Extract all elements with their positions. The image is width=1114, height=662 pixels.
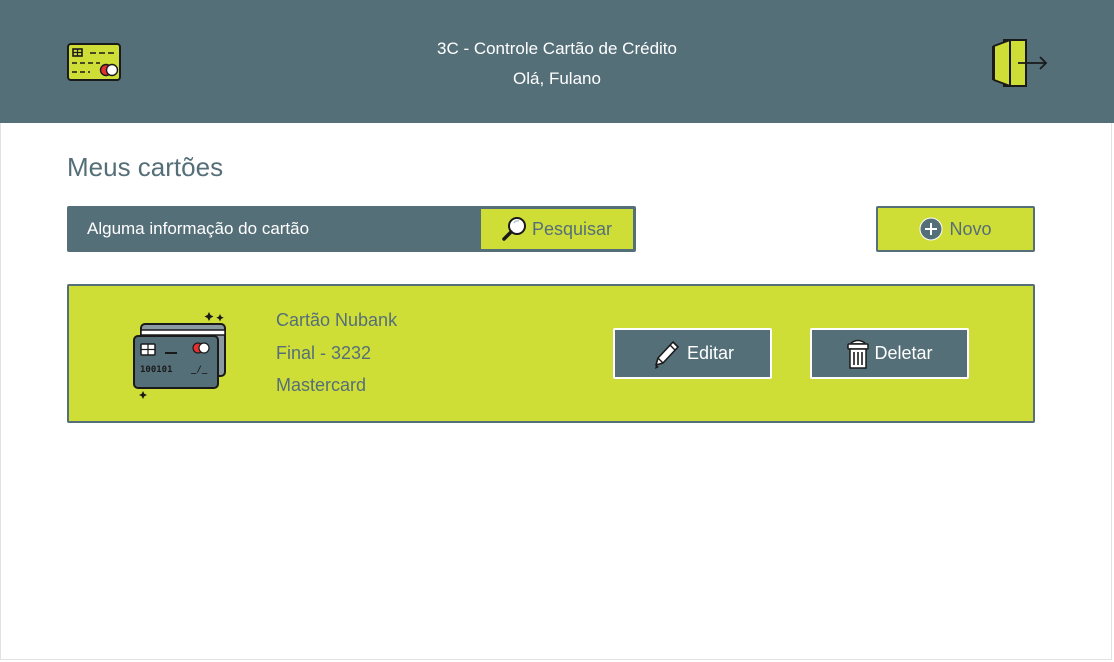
svg-text:_/_: _/_ <box>191 365 208 375</box>
delete-card-label: Deletar <box>874 343 933 363</box>
page-title: Meus cartões <box>67 152 224 182</box>
card-final-digits: Final - 3232 <box>276 342 372 363</box>
logout-door-icon[interactable] <box>990 37 1050 89</box>
search-button-label: Pesquisar <box>531 218 613 239</box>
trash-icon <box>847 339 870 369</box>
card-brand: Mastercard <box>276 375 367 395</box>
search-bar: Pesquisar <box>67 206 636 252</box>
pencil-icon <box>654 340 679 369</box>
app-title: 3C - Controle Cartão de Crédito <box>436 39 677 58</box>
card-list-item: 100101 _/_ Cartão Nubank Final - 3232 Ma… <box>67 284 1035 423</box>
credit-cards-illustration: 100101 _/_ <box>133 312 226 399</box>
header-titles: 3C - Controle Cartão de Crédito Olá, Ful… <box>0 34 1114 94</box>
new-card-label: Novo <box>949 218 992 239</box>
delete-card-button[interactable]: Deletar <box>810 328 969 379</box>
new-card-button[interactable]: Novo <box>876 206 1035 252</box>
card-details: Cartão Nubank Final - 3232 Mastercard <box>276 304 397 402</box>
edit-card-label: Editar <box>686 343 735 363</box>
plus-circle-icon <box>919 217 943 241</box>
user-greeting: Olá, Fulano <box>513 69 601 88</box>
magnifier-icon <box>502 217 526 241</box>
svg-text:100101: 100101 <box>140 365 173 375</box>
search-input[interactable] <box>69 208 479 250</box>
search-button[interactable]: Pesquisar <box>480 208 634 250</box>
app-header: 3C - Controle Cartão de Crédito Olá, Ful… <box>0 0 1114 123</box>
edit-card-button[interactable]: Editar <box>613 328 772 379</box>
card-name: Cartão Nubank <box>276 310 398 330</box>
